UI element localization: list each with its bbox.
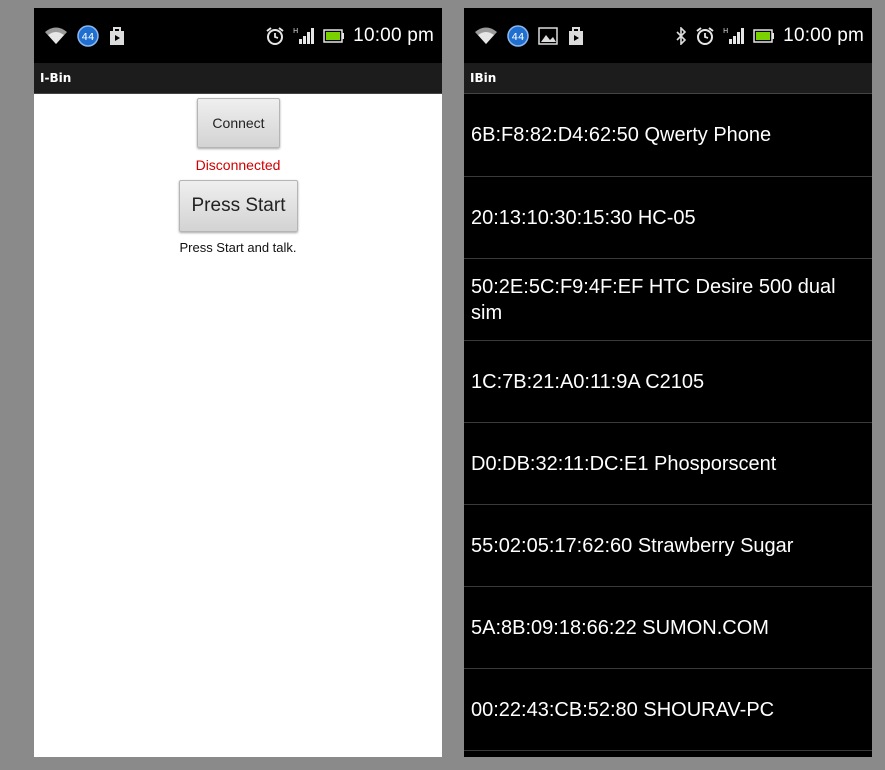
list-item[interactable]: 00:22:43:CB:52:80 SHOURAV-PC	[464, 669, 872, 751]
svg-text:H: H	[293, 27, 298, 35]
battery-icon	[323, 28, 345, 43]
device-label: 55:02:05:17:62:60 Strawberry Sugar	[471, 534, 794, 557]
list-item[interactable]: 6B:F8:82:D4:62:50 Qwerty Phone	[464, 94, 872, 177]
list-item[interactable]: 1C:7B:21:A0:11:9A C2105	[464, 341, 872, 423]
app-title: IBin	[464, 63, 872, 94]
device-label: 6B:F8:82:D4:62:50 Qwerty Phone	[471, 124, 772, 146]
list-item[interactable]: 55:02:05:17:62:60 Strawberry Sugar	[464, 505, 872, 587]
battery-icon	[753, 28, 775, 43]
device-label: 5A:8B:09:18:66:22 SUMON.COM	[471, 616, 769, 639]
clock-time: 10:00 pm	[783, 24, 864, 46]
clock-time: 10:00 pm	[353, 24, 434, 46]
list-item[interactable]: 20:13:10:30:15:30 HC-05	[464, 177, 872, 259]
press-start-button[interactable]: Press Start	[179, 180, 298, 232]
instruction-label: Press Start and talk.	[179, 240, 297, 255]
signal-icon: H	[293, 26, 315, 46]
list-item[interactable]: D0:DB:32:11:DC:E1 Phosporscent	[464, 423, 872, 505]
device-label: 50:2E:5C:F9:4F:EF HTC Desire 500 dual si…	[471, 275, 836, 324]
connection-status-label: Disconnected	[195, 157, 281, 173]
bluetooth-icon	[675, 26, 687, 45]
connect-button[interactable]: Connect	[197, 98, 280, 148]
main-content: Connect Disconnected Press Start Press S…	[34, 94, 442, 754]
device-list: 6B:F8:82:D4:62:50 Qwerty Phone 20:13:10:…	[464, 94, 872, 751]
status-bar: 44 H 10:00 pm	[34, 8, 442, 63]
bag-icon	[108, 26, 126, 46]
svg-text:44: 44	[82, 32, 95, 43]
circle-44-icon: 44	[507, 24, 529, 47]
device-label: 1C:7B:21:A0:11:9A C2105	[471, 370, 705, 393]
bag-icon	[567, 26, 585, 46]
alarm-icon	[265, 26, 285, 46]
wifi-icon	[474, 26, 498, 46]
wifi-icon	[44, 26, 68, 46]
circle-44-icon: 44	[77, 24, 99, 47]
device-label: 00:22:43:CB:52:80 SHOURAV-PC	[471, 698, 775, 721]
svg-text:44: 44	[512, 32, 525, 43]
list-item[interactable]: 50:2E:5C:F9:4F:EF HTC Desire 500 dual si…	[464, 259, 872, 341]
signal-icon: H	[723, 26, 745, 46]
phone-screen-left: 44 H 10:00 pm I-Bin Connect Disconnected…	[34, 8, 442, 757]
svg-text:H: H	[723, 27, 728, 35]
phone-screen-right: 44 H 10:00 pm IBin 6B:F8:82:D4:62:50 Qwe…	[464, 8, 872, 757]
status-bar: 44 H 10:00 pm	[464, 8, 872, 63]
device-label: D0:DB:32:11:DC:E1 Phosporscent	[471, 452, 777, 475]
app-title: I-Bin	[34, 63, 442, 94]
list-item[interactable]: 5A:8B:09:18:66:22 SUMON.COM	[464, 587, 872, 669]
alarm-icon	[695, 26, 715, 46]
image-icon	[538, 26, 558, 45]
device-label: 20:13:10:30:15:30 HC-05	[471, 206, 696, 229]
